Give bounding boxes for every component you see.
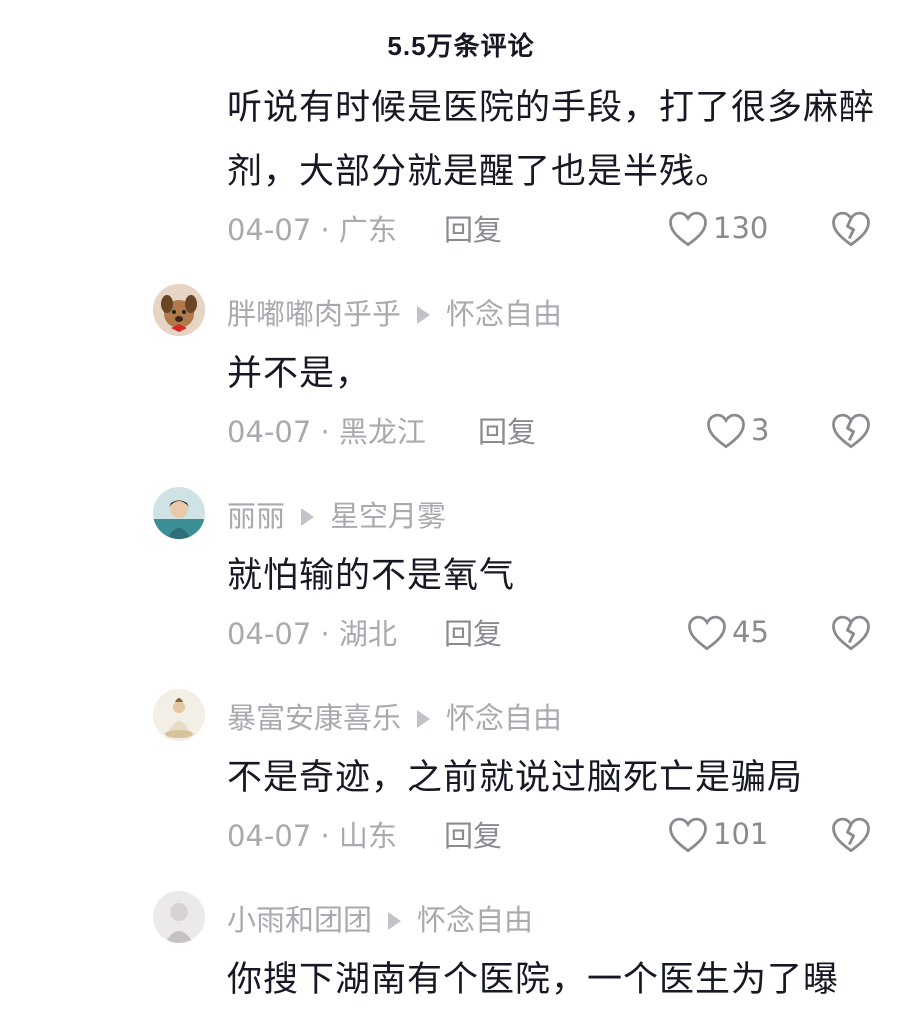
comment-author-line: 胖嘟嘟肉乎乎 怀念自由: [227, 296, 562, 332]
comments-count-title: 5.5万条评论: [387, 31, 535, 61]
avatar[interactable]: [153, 891, 205, 943]
dislike-button[interactable]: [830, 208, 872, 252]
username[interactable]: 暴富安康喜乐: [227, 701, 401, 735]
comment-date-location: 04-07 · 山东: [227, 819, 397, 853]
comment-author-line: 暴富安康喜乐 怀念自由: [227, 700, 562, 736]
avatar[interactable]: [153, 487, 205, 539]
comment-text: 并不是，: [227, 354, 372, 394]
broken-heart-icon: [832, 211, 870, 247]
dislike-button[interactable]: [830, 814, 872, 858]
avatar[interactable]: [153, 284, 205, 336]
broken-heart-icon: [832, 413, 870, 449]
comment-text: 不是奇迹，之前就说过脑死亡是骗局: [227, 758, 804, 798]
reply-arrow-icon: [388, 911, 402, 930]
like-count: 45: [732, 615, 769, 649]
comment-author-line: 丽丽 星空月雾: [227, 498, 446, 534]
comment-text: 就怕输的不是氧气: [227, 556, 516, 596]
reply-to-username[interactable]: 怀念自由: [446, 701, 562, 735]
like-count: 101: [713, 817, 769, 851]
username[interactable]: 丽丽: [227, 499, 285, 533]
comment-date-location: 04-07 · 黑龙江: [227, 415, 426, 449]
reply-arrow-icon: [301, 507, 315, 526]
broken-heart-icon: [832, 615, 870, 651]
like-count: 3: [751, 413, 770, 447]
reply-arrow-icon: [417, 709, 431, 728]
heart-icon: [707, 413, 745, 449]
reply-to-username[interactable]: 星空月雾: [330, 499, 446, 533]
avatar[interactable]: [153, 689, 205, 741]
like-count: 130: [713, 211, 769, 245]
heart-icon: [688, 615, 726, 651]
reply-button[interactable]: 回复: [444, 818, 502, 854]
like-button[interactable]: 101: [667, 814, 768, 854]
comment-text: 听说有时候是医院的手段，打了很多麻醉剂，大部分就是醒了也是半残。: [227, 88, 876, 192]
reply-button[interactable]: 回复: [478, 414, 536, 450]
like-button[interactable]: 45: [686, 612, 769, 652]
comment-author-line: 小雨和团团 怀念自由: [227, 902, 533, 938]
like-button[interactable]: 3: [705, 410, 769, 450]
reply-button[interactable]: 回复: [444, 212, 502, 248]
heart-icon: [669, 817, 707, 853]
like-button[interactable]: 130: [667, 208, 768, 248]
comment-date-location: 04-07 · 广东: [227, 213, 397, 247]
username[interactable]: 小雨和团团: [227, 903, 372, 937]
reply-to-username[interactable]: 怀念自由: [417, 903, 533, 937]
dislike-button[interactable]: [830, 612, 872, 656]
dislike-button[interactable]: [830, 410, 872, 454]
broken-heart-icon: [832, 817, 870, 853]
reply-arrow-icon: [417, 305, 431, 324]
reply-button[interactable]: 回复: [444, 616, 502, 652]
comment-text: 你搜下湖南有个医院，一个医生为了曝: [227, 960, 840, 1000]
username[interactable]: 胖嘟嘟肉乎乎: [227, 297, 401, 331]
reply-to-username[interactable]: 怀念自由: [446, 297, 562, 331]
heart-icon: [669, 211, 707, 247]
comment-date-location: 04-07 · 湖北: [227, 617, 397, 651]
